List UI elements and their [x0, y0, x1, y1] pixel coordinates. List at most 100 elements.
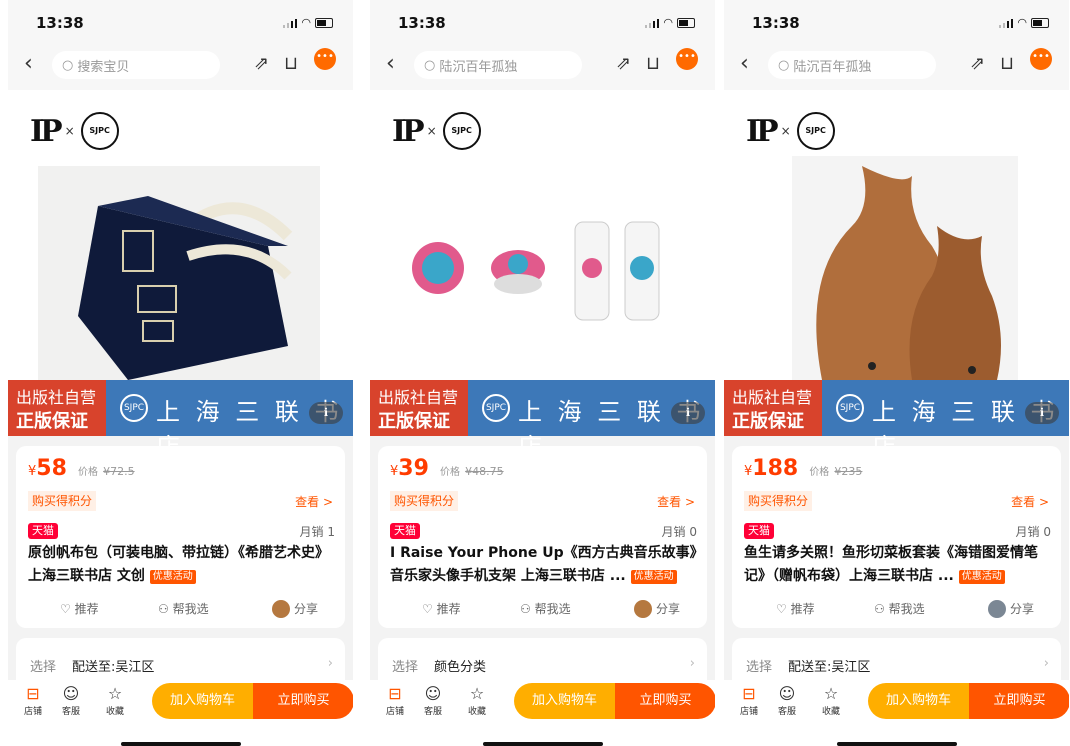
favorite-button[interactable]: ☆ 收藏 — [462, 684, 492, 717]
points-badge: 购买得积分 — [744, 491, 813, 511]
cart-icon[interactable]: ⊔ — [284, 53, 298, 74]
back-icon[interactable]: ‹ — [24, 53, 33, 75]
more-message-icon[interactable]: ••• — [314, 48, 336, 70]
search-input[interactable]: ○ 陆沉百年孤独 — [414, 51, 582, 79]
product-image[interactable]: IP × SJPC — [724, 90, 1069, 380]
more-message-icon[interactable]: ••• — [676, 48, 698, 70]
cart-icon[interactable]: ⊔ — [1000, 53, 1014, 74]
action-row: ♡ 推荐 ⚇ 帮我选 分享 — [732, 598, 1061, 618]
back-icon[interactable]: ‹ — [386, 53, 395, 75]
top-nav: ‹ ○ 陆沉百年孤独 ⇗ ⊔ ••• — [370, 42, 715, 90]
promo-badge[interactable]: 优惠活动 — [958, 570, 1005, 584]
recommend-button[interactable]: ♡ 推荐 — [422, 600, 461, 617]
search-input[interactable]: ○ 搜索宝贝 — [52, 51, 220, 79]
back-icon[interactable]: ‹ — [740, 53, 749, 75]
share-button[interactable]: 分享 — [634, 600, 680, 618]
help-choose-button[interactable]: ⚇ 帮我选 — [158, 600, 209, 617]
store-icon: ⊟ — [26, 684, 40, 703]
buy-now-button[interactable]: 立即购买 — [253, 683, 353, 719]
wifi-icon: ◠ — [301, 16, 311, 29]
help-choose-button[interactable]: ⚇ 帮我选 — [874, 600, 925, 617]
view-points-link[interactable]: 查看 > — [657, 493, 695, 510]
heart-icon: ♡ — [776, 602, 787, 616]
bottom-bar: ⊟ 店铺 ☺ 客服 ☆ 收藏 加入购物车 立即购买 — [724, 680, 1069, 746]
people-icon: ⚇ — [874, 602, 885, 616]
phone-screen-1: 13:38 ◠ ‹ ○ 搜索宝贝 ⇗ ⊔ ••• IP × SJPC 出版社自营… — [8, 0, 353, 746]
ip-logo: IP — [30, 113, 63, 149]
brand-logo: IP × SJPC — [746, 112, 835, 150]
tote-bag-image — [38, 166, 320, 380]
product-image[interactable]: IP × SJPC — [8, 90, 353, 380]
top-nav: ‹ ○ 搜索宝贝 ⇗ ⊔ ••• — [8, 42, 353, 90]
action-row: ♡ 推荐 ⚇ 帮我选 分享 — [378, 598, 707, 618]
service-icon: ☺ — [62, 684, 80, 703]
cart-icon[interactable]: ⊔ — [646, 53, 660, 74]
search-icon: ○ — [62, 57, 74, 73]
service-button[interactable]: ☺ 客服 — [418, 684, 448, 717]
add-to-cart-button[interactable]: 加入购物车 — [868, 683, 969, 719]
top-nav: ‹ ○ 陆沉百年孤独 ⇗ ⊔ ••• — [724, 42, 1069, 90]
buy-now-button[interactable]: 立即购买 — [969, 683, 1069, 719]
system-icons: ◠ — [999, 16, 1049, 29]
view-points-link[interactable]: 查看 > — [295, 493, 333, 510]
share-button[interactable]: 分享 — [272, 600, 318, 618]
recommend-button[interactable]: ♡ 推荐 — [60, 600, 99, 617]
share-icon[interactable]: ⇗ — [616, 53, 631, 74]
store-icon: ⊟ — [388, 684, 402, 703]
view-points-link[interactable]: 查看 > — [1011, 493, 1049, 510]
official-store-banner[interactable]: 出版社自营 正版保证 SJPC 上 海 三 联 书 店 ℹ — [8, 380, 353, 461]
purchase-buttons: 加入购物车 立即购买 — [868, 683, 1069, 719]
avatar — [634, 600, 652, 618]
ip-logo: IP — [746, 113, 779, 149]
tmall-badge: 天猫 — [28, 523, 58, 539]
battery-icon — [677, 17, 695, 28]
brand-logo: IP × SJPC — [392, 112, 481, 150]
service-button[interactable]: ☺ 客服 — [56, 684, 86, 717]
product-title: 鱼生请多关照！鱼形切菜板套装《海错图爱情笔记》（赠帆布袋）上海三联书店 ... … — [744, 545, 1038, 584]
people-icon: ⚇ — [520, 602, 531, 616]
service-icon: ☺ — [424, 684, 442, 703]
bottom-bar: ⊟ 店铺 ☺ 客服 ☆ 收藏 加入购物车 立即购买 — [8, 680, 353, 746]
recommend-button[interactable]: ♡ 推荐 — [776, 600, 815, 617]
store-button[interactable]: ⊟ 店铺 — [380, 684, 410, 717]
search-icon: ○ — [778, 57, 790, 73]
official-store-banner[interactable]: 出版社自营 正版保证 SJPC 上 海 三 联 书 店 ℹ — [724, 380, 1069, 461]
favorite-button[interactable]: ☆ 收藏 — [816, 684, 846, 717]
battery-icon — [1031, 17, 1049, 28]
service-button[interactable]: ☺ 客服 — [772, 684, 802, 717]
share-button[interactable]: 分享 — [988, 600, 1034, 618]
promo-badge[interactable]: 优惠活动 — [149, 570, 196, 584]
add-to-cart-button[interactable]: 加入购物车 — [152, 683, 253, 719]
promo-badge[interactable]: 优惠活动 — [630, 570, 677, 584]
store-button[interactable]: ⊟ 店铺 — [18, 684, 48, 717]
service-icon: ☺ — [778, 684, 796, 703]
search-input[interactable]: ○ 陆沉百年孤独 — [768, 51, 936, 79]
purchase-buttons: 加入购物车 立即购买 — [514, 683, 715, 719]
buy-now-button[interactable]: 立即购买 — [615, 683, 715, 719]
tmall-badge: 天猫 — [744, 523, 774, 539]
action-row: ♡ 推荐 ⚇ 帮我选 分享 — [16, 598, 345, 618]
heart-icon: ♡ — [60, 602, 71, 616]
share-icon[interactable]: ⇗ — [970, 53, 985, 74]
product-image[interactable]: IP × SJPC — [370, 90, 715, 380]
chevron-right-icon: › — [1043, 656, 1049, 671]
official-store-banner[interactable]: 出版社自营 正版保证 SJPC 上 海 三 联 书 店 ℹ — [370, 380, 715, 461]
add-to-cart-button[interactable]: 加入购物车 — [514, 683, 615, 719]
product-title: 原创帆布包（可装电脑、带拉链）《希腊艺术史》上海三联书店 文创 优惠活动 — [28, 545, 329, 584]
bottom-bar: ⊟ 店铺 ☺ 客服 ☆ 收藏 加入购物车 立即购买 — [370, 680, 715, 746]
store-button[interactable]: ⊟ 店铺 — [734, 684, 764, 717]
sjpc-seal-icon: SJPC — [442, 112, 481, 150]
original-price: ¥235 — [834, 465, 863, 478]
points-badge: 购买得积分 — [28, 491, 97, 511]
favorite-button[interactable]: ☆ 收藏 — [100, 684, 130, 717]
help-choose-button[interactable]: ⚇ 帮我选 — [520, 600, 571, 617]
wifi-icon: ◠ — [1017, 16, 1027, 29]
more-message-icon[interactable]: ••• — [1030, 48, 1052, 70]
avatar — [988, 600, 1006, 618]
share-icon[interactable]: ⇗ — [254, 53, 269, 74]
chevron-right-icon: › — [327, 656, 333, 671]
ip-logo: IP — [392, 113, 425, 149]
sjpc-seal-icon: SJPC — [80, 112, 119, 150]
image-counter-pill: ℹ — [671, 402, 705, 424]
product-info-card: ¥39 价格 ¥48.75 购买得积分 查看 > 天猫 月销 0 I Raise… — [378, 446, 707, 628]
